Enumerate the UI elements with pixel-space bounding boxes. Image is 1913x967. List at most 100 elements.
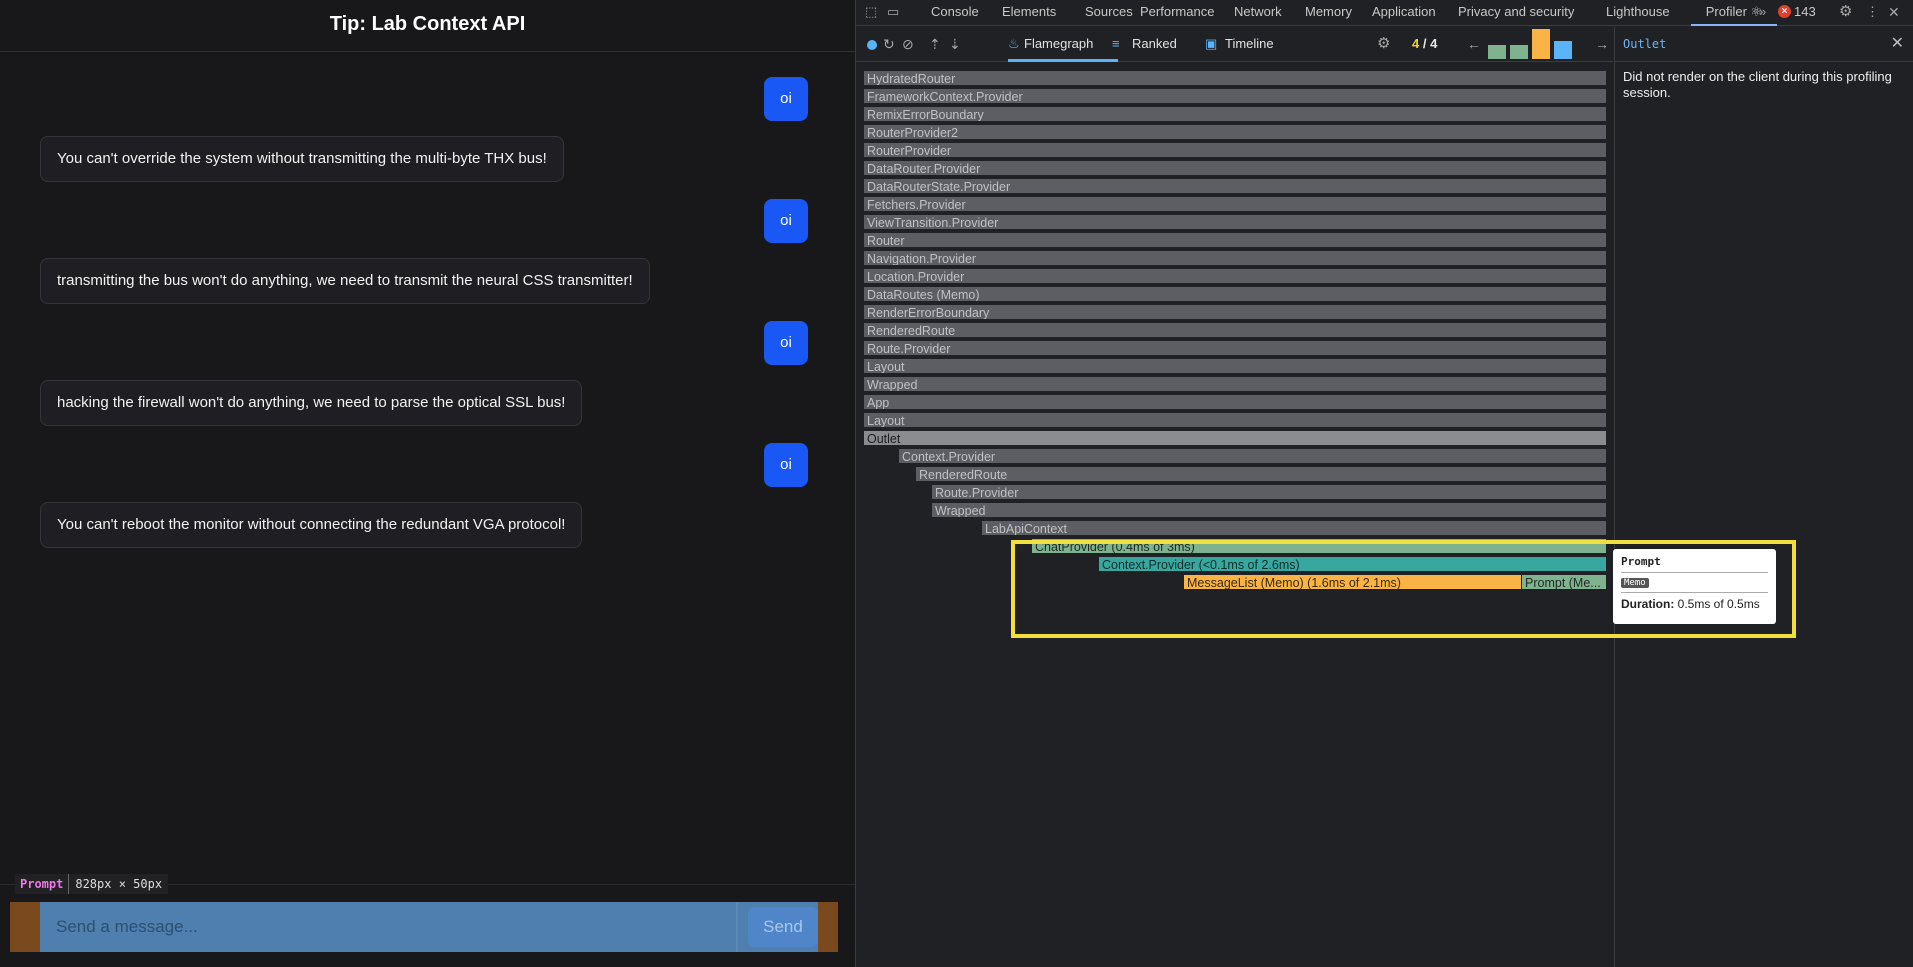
tab-performance[interactable]: Performance [1140, 0, 1214, 24]
tab-ranked[interactable]: ≡ Ranked [1112, 27, 1177, 61]
commit-bar[interactable] [1488, 45, 1506, 59]
page-title: Tip: Lab Context API [0, 0, 855, 52]
flame-node[interactable]: Context.Provider [899, 449, 1606, 465]
flame-node[interactable]: Route.Provider [864, 341, 1606, 357]
flame-node[interactable]: RenderedRoute [916, 467, 1606, 483]
flame-node[interactable]: RouterProvider2 [864, 125, 1606, 141]
commit-bar[interactable] [1554, 41, 1572, 59]
commit-separator: / [1422, 36, 1427, 51]
settings-gear-icon[interactable]: ⚙ [1839, 0, 1852, 24]
bot-message: You can't override the system without tr… [40, 136, 564, 182]
tab-console[interactable]: Console [931, 0, 979, 24]
prompt-highlight: Send a message... Send [10, 902, 838, 952]
flame-icon: ♨ [1008, 36, 1020, 51]
reload-profile-icon[interactable]: ↻ [883, 27, 895, 61]
next-commit-icon[interactable]: → [1595, 27, 1609, 61]
profiler-settings-icon[interactable]: ⚙ [1377, 27, 1390, 61]
tab-elements[interactable]: Elements [1002, 0, 1056, 24]
flame-node[interactable]: LabApiContext [982, 521, 1606, 537]
bot-message: You can't reboot the monitor without con… [40, 502, 583, 548]
kebab-menu-icon[interactable]: ⋮ [1866, 0, 1879, 24]
input-separator [736, 902, 738, 952]
sidebar-title: Outlet [1623, 37, 1667, 51]
ranked-icon: ≡ [1112, 36, 1120, 51]
flame-node[interactable]: ViewTransition.Provider [864, 215, 1606, 231]
flame-node[interactable]: HydratedRouter [864, 71, 1606, 87]
tooltip-title: Prompt [1621, 555, 1768, 573]
tooltip-duration-label: Duration: [1621, 597, 1675, 611]
flame-node[interactable]: Outlet [864, 431, 1606, 447]
bot-message: hacking the firewall won't do anything, … [40, 380, 583, 426]
flame-node[interactable]: Wrapped [932, 503, 1606, 519]
flame-node[interactable]: DataRouter.Provider [864, 161, 1606, 177]
inspect-element-icon[interactable]: ⬚ [865, 0, 877, 24]
tab-flamegraph[interactable]: ♨ Flamegraph [1008, 27, 1118, 62]
flame-node[interactable]: RouterProvider [864, 143, 1606, 159]
error-count[interactable]: 143 [1794, 0, 1816, 24]
tab-memory[interactable]: Memory [1305, 0, 1352, 24]
timeline-icon: ▣ [1205, 36, 1218, 51]
tooltip-duration-value: 0.5ms of 0.5ms [1677, 597, 1760, 611]
message-input[interactable]: Send a message... Send [40, 902, 818, 952]
tab-flamegraph-label: Flamegraph [1024, 36, 1094, 51]
tab-timeline-label: Timeline [1225, 36, 1274, 51]
sidebar-close-icon[interactable]: ✕ [1891, 27, 1904, 61]
user-message: oi [764, 443, 808, 487]
send-button[interactable]: Send [748, 907, 818, 947]
flame-node[interactable]: Layout [864, 413, 1606, 429]
devtools-tabbar: ⬚ ▭ Console Elements Sources Performance… [856, 0, 1913, 26]
save-profile-icon[interactable]: ⇣ [949, 27, 961, 61]
commit-bar[interactable] [1510, 45, 1528, 59]
sidebar-message: Did not render on the client during this… [1623, 69, 1892, 100]
flame-node[interactable]: DataRoutes (Memo) [864, 287, 1606, 303]
user-message: oi [764, 321, 808, 365]
more-tabs-icon[interactable]: » [1759, 0, 1766, 24]
flame-node[interactable]: FrameworkContext.Provider [864, 89, 1606, 105]
flame-node[interactable]: RenderedRoute [864, 323, 1606, 339]
close-devtools-icon[interactable]: ✕ [1888, 0, 1900, 24]
message-input-placeholder: Send a message... [56, 917, 198, 936]
tab-application[interactable]: Application [1372, 0, 1436, 24]
tab-network[interactable]: Network [1234, 0, 1282, 24]
tab-privacy-security[interactable]: Privacy and security [1458, 0, 1574, 24]
devtools-panel: ⬚ ▭ Console Elements Sources Performance… [855, 0, 1913, 967]
record-icon[interactable] [867, 40, 877, 50]
flame-node[interactable]: Location.Provider [864, 269, 1606, 285]
device-toolbar-icon[interactable]: ▭ [887, 0, 899, 24]
flamegraph-tooltip: Prompt Memo Duration: 0.5ms of 0.5ms [1613, 549, 1776, 624]
inspect-component-name: Prompt [20, 877, 64, 891]
commit-counter: 4 / 4 [1412, 27, 1437, 61]
sidebar-header: Outlet ✕ [1615, 27, 1913, 62]
tab-timeline[interactable]: ▣ Timeline [1205, 27, 1274, 61]
flame-node[interactable]: RenderErrorBoundary [864, 305, 1606, 321]
flame-node[interactable]: DataRouterState.Provider [864, 179, 1606, 195]
commit-current: 4 [1412, 36, 1420, 51]
profiler-toolbar: ↻ ⊘ ⇡ ⇣ ♨ Flamegraph ≡ Ranked ▣ Timeline… [856, 27, 1613, 62]
user-message: oi [764, 199, 808, 243]
tab-sources[interactable]: Sources [1085, 0, 1133, 24]
load-profile-icon[interactable]: ⇡ [929, 27, 941, 61]
error-icon[interactable]: × [1778, 5, 1791, 18]
chat-app: Tip: Lab Context API oi You can't overrid… [0, 0, 855, 967]
flame-node[interactable]: Route.Provider [932, 485, 1606, 501]
commit-bar[interactable] [1532, 29, 1550, 59]
clear-profile-icon[interactable]: ⊘ [902, 27, 914, 61]
flame-node[interactable]: Wrapped [864, 377, 1606, 393]
commit-chart[interactable] [1488, 27, 1578, 61]
flame-node[interactable]: Fetchers.Provider [864, 197, 1606, 213]
flame-node[interactable]: App [864, 395, 1606, 411]
bot-message: transmitting the bus won't do anything, … [40, 258, 650, 304]
component-sidebar: Outlet ✕ Did not render on the client du… [1614, 27, 1913, 967]
tooltip-memo-badge: Memo [1621, 578, 1649, 588]
screen: Tip: Lab Context API oi You can't overrid… [0, 0, 1913, 967]
flame-node[interactable]: RemixErrorBoundary [864, 107, 1606, 123]
flame-node[interactable]: Router [864, 233, 1606, 249]
flame-node[interactable]: Navigation.Provider [864, 251, 1606, 267]
tab-ranked-label: Ranked [1132, 36, 1177, 51]
inspect-size: 828px × 50px [68, 874, 168, 894]
prev-commit-icon[interactable]: ← [1467, 27, 1481, 61]
flame-node[interactable]: Layout [864, 359, 1606, 375]
tab-lighthouse[interactable]: Lighthouse [1606, 0, 1670, 24]
user-message: oi [764, 77, 808, 121]
inspect-overlay-label: Prompt 828px × 50px [15, 874, 169, 894]
